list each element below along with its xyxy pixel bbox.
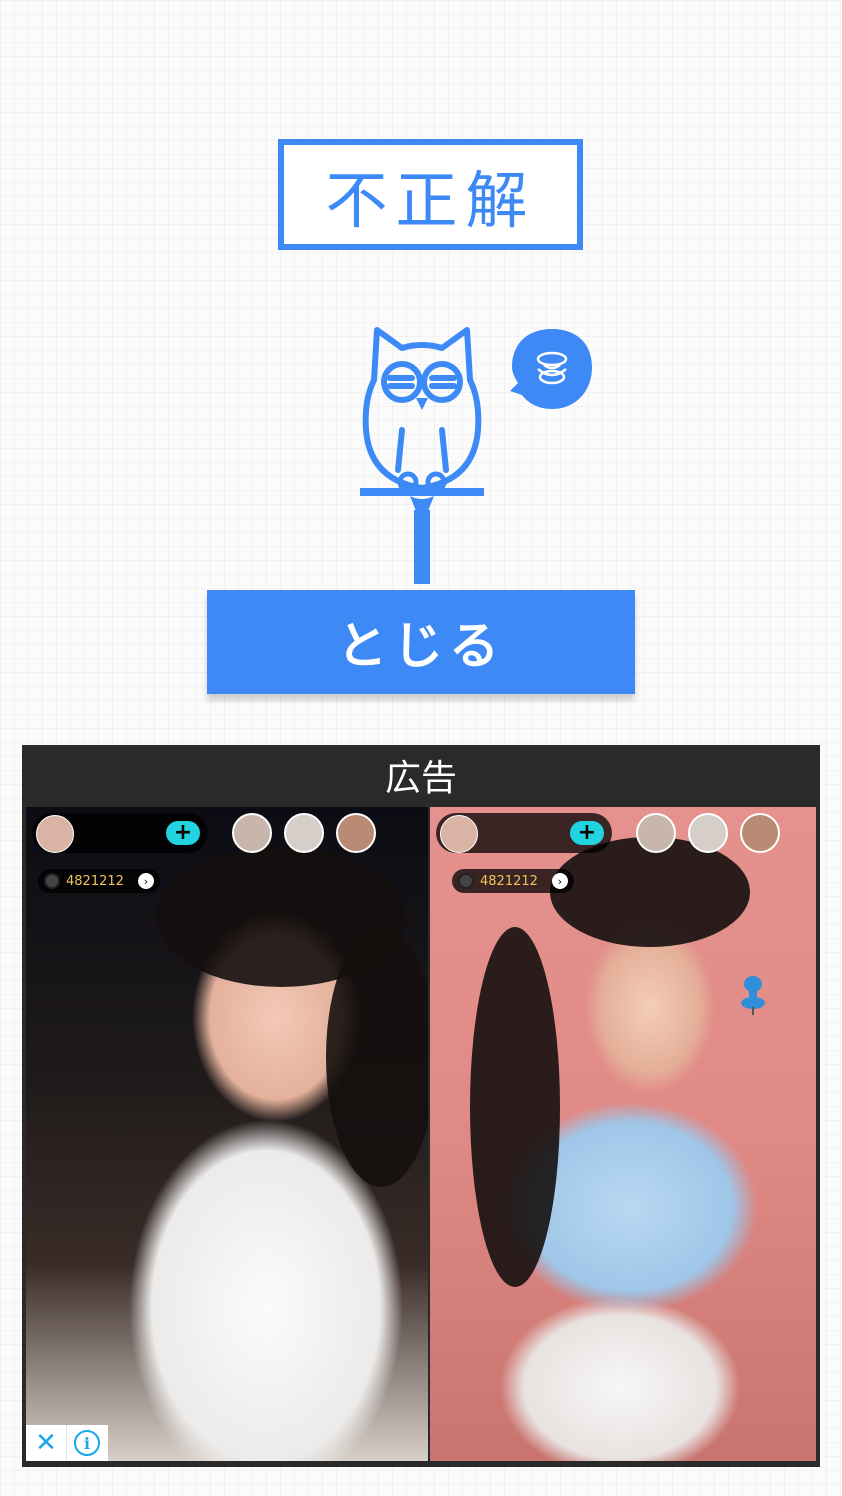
- result-banner: 不正解: [278, 139, 583, 250]
- ad-header: 広告: [384, 758, 457, 799]
- info-icon: i: [74, 1430, 100, 1456]
- viewer-count: 4821212: [480, 873, 538, 889]
- viewer-count-badge: 4821212 ›: [452, 869, 574, 893]
- owl-icon: [360, 327, 484, 584]
- result-label: 不正解: [325, 163, 536, 237]
- coin-icon: [44, 873, 60, 889]
- stream-header: +: [32, 813, 208, 853]
- viewer-avatar: [688, 813, 728, 853]
- chevron-right-icon: ›: [138, 873, 154, 889]
- viewer-avatar: [740, 813, 780, 853]
- speech-bubble-icon: [510, 329, 592, 409]
- viewer-count-badge: 4821212 ›: [38, 869, 160, 893]
- ad-info-button[interactable]: i: [67, 1425, 107, 1461]
- viewer-avatar: [636, 813, 676, 853]
- follow-button[interactable]: +: [570, 821, 604, 845]
- chevron-right-icon: ›: [552, 873, 568, 889]
- ad-container[interactable]: 広告 + 4821212 › + 4821212 › ✕ i: [22, 745, 820, 1467]
- close-button[interactable]: とじる: [207, 590, 635, 694]
- pin-icon: [741, 976, 765, 1015]
- ad-image-left[interactable]: + 4821212 ›: [26, 807, 428, 1461]
- viewer-avatar: [336, 813, 376, 853]
- viewer-avatar: [284, 813, 324, 853]
- viewer-avatar: [232, 813, 272, 853]
- ad-controls: ✕ i: [26, 1425, 108, 1461]
- ad-close-icon[interactable]: ✕: [26, 1425, 67, 1461]
- stream-header: +: [436, 813, 612, 853]
- viewer-count: 4821212: [66, 873, 124, 889]
- avatar: [440, 815, 478, 853]
- follow-button[interactable]: +: [166, 821, 200, 845]
- coin-icon: [458, 873, 474, 889]
- avatar: [36, 815, 74, 853]
- ad-image-right[interactable]: + 4821212 ›: [430, 807, 816, 1461]
